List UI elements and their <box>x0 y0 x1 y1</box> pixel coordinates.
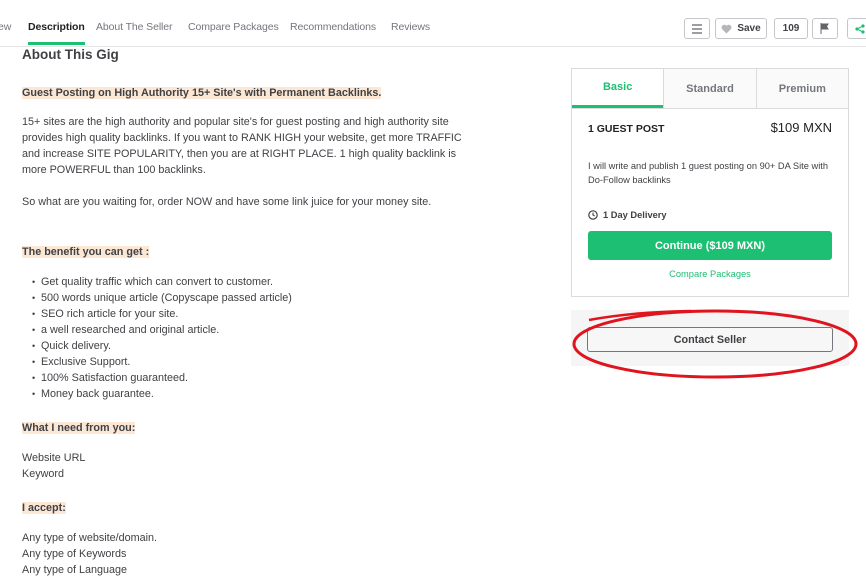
benefit-heading: The benefit you can get : <box>22 246 150 258</box>
tab-description[interactable]: Description <box>28 21 85 45</box>
contact-panel: Contact Seller <box>571 310 849 366</box>
headline: Guest Posting on High Authority 15+ Site… <box>22 87 382 99</box>
delivery-time: 1 Day Delivery <box>588 210 667 220</box>
list-item: Any type of Language <box>22 564 128 576</box>
tab-about-seller[interactable]: About The Seller <box>96 21 173 33</box>
list-item: Any type of Keywords <box>22 548 127 560</box>
list-item: Any type of website/domain. <box>22 532 158 544</box>
need-heading: What I need from you: <box>22 422 136 434</box>
tab-basic[interactable]: Basic <box>572 69 664 108</box>
list-item: Keyword <box>22 468 65 480</box>
share-button[interactable] <box>847 18 866 39</box>
tab-standard[interactable]: Standard <box>663 69 756 108</box>
intro-paragraph: 15+ sites are the high authority and pop… <box>22 114 462 178</box>
hamburger-icon <box>692 23 702 34</box>
contact-seller-button[interactable]: Contact Seller <box>587 327 833 352</box>
list-item: Get quality traffic which can convert to… <box>22 274 292 290</box>
list-item: SEO rich article for your site. <box>22 306 292 322</box>
list-item: Quick delivery. <box>22 338 292 354</box>
list-item: Money back guarantee. <box>22 386 292 402</box>
package-price: $109 MXN <box>770 120 832 135</box>
package-tabs: Basic Standard Premium <box>572 69 848 109</box>
need-list: Website URL Keyword <box>22 450 85 482</box>
intro-line: more POWERFUL than 100 backlinks. <box>22 164 206 176</box>
cta-line: So what are you waiting for, order NOW a… <box>22 196 432 208</box>
intro-line: 15+ sites are the high authority and pop… <box>22 116 449 128</box>
share-icon <box>855 23 865 34</box>
intro-line: and increase SITE POPULARITY, then you a… <box>22 148 457 160</box>
tab-reviews[interactable]: Reviews <box>391 21 430 33</box>
package-card: Basic Standard Premium 1 GUEST POST $109… <box>571 68 849 297</box>
clock-icon <box>588 210 598 220</box>
tab-premium[interactable]: Premium <box>755 69 848 108</box>
tab-recommendations[interactable]: Recommendations <box>290 21 376 33</box>
report-button[interactable] <box>812 18 838 39</box>
intro-line: provides high quality backlinks. If you … <box>22 132 462 144</box>
tab-overview[interactable]: ew <box>0 21 11 33</box>
benefit-list: Get quality traffic which can convert to… <box>22 274 292 402</box>
gig-nav-bar: ew Description About The Seller Compare … <box>0 8 866 47</box>
save-count: 109 <box>774 18 808 39</box>
page-title: About This Gig <box>22 47 119 62</box>
list-item: a well researched and original article. <box>22 322 292 338</box>
continue-button[interactable]: Continue ($109 MXN) <box>588 231 832 260</box>
package-name: 1 GUEST POST <box>588 123 665 135</box>
list-item: Exclusive Support. <box>22 354 292 370</box>
accept-list: Any type of website/domain. Any type of … <box>22 530 157 578</box>
list-item: 100% Satisfaction guaranteed. <box>22 370 292 386</box>
save-button[interactable]: Save <box>715 18 767 39</box>
heart-icon <box>721 24 732 34</box>
flag-icon <box>820 23 829 34</box>
compare-packages-link[interactable]: Compare Packages <box>572 269 848 279</box>
save-label: Save <box>737 23 761 34</box>
package-description: I will write and publish 1 guest posting… <box>588 161 829 185</box>
delivery-label: 1 Day Delivery <box>603 210 667 220</box>
tab-compare-packages[interactable]: Compare Packages <box>188 21 279 33</box>
top-bar-cut <box>0 0 866 8</box>
list-item: 500 words unique article (Copyscape pass… <box>22 290 292 306</box>
menu-button[interactable] <box>684 18 710 39</box>
accept-heading: I accept: <box>22 502 66 514</box>
list-item: Website URL <box>22 452 86 464</box>
